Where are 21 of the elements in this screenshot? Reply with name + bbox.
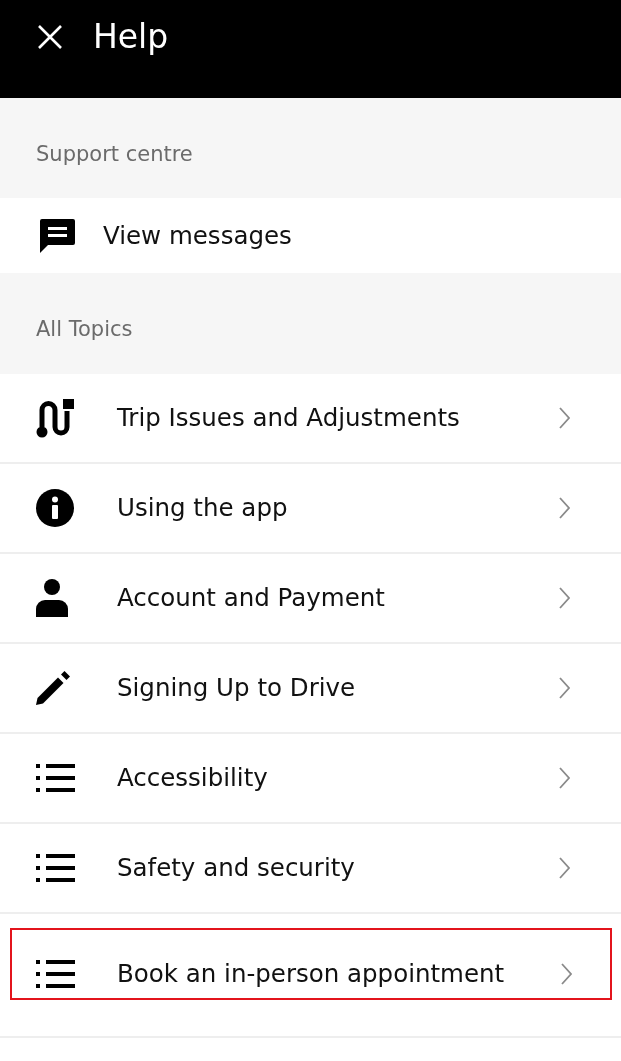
pencil-icon: [36, 671, 70, 705]
route-icon: [36, 398, 74, 438]
topic-item[interactable]: Book an in-person appointment: [10, 928, 612, 1000]
list-icon: [36, 960, 75, 988]
chevron-right-icon: [559, 857, 570, 879]
list-icon: [36, 764, 75, 792]
chevron-right-icon: [561, 963, 572, 985]
header-title: Help: [93, 17, 169, 57]
section-heading: Support centre: [36, 142, 193, 168]
chevron-right-icon: [559, 767, 570, 789]
chevron-right-icon: [559, 407, 570, 429]
person-icon: [36, 579, 68, 617]
chevron-right-icon: [559, 677, 570, 699]
message-icon: [40, 218, 75, 253]
close-icon: [38, 25, 62, 49]
info-icon: [36, 489, 74, 527]
chevron-right-icon: [559, 587, 570, 609]
close-button[interactable]: [37, 24, 63, 50]
section-heading: All Topics: [36, 316, 133, 343]
chevron-right-icon: [559, 497, 570, 519]
list-icon: [36, 854, 75, 882]
